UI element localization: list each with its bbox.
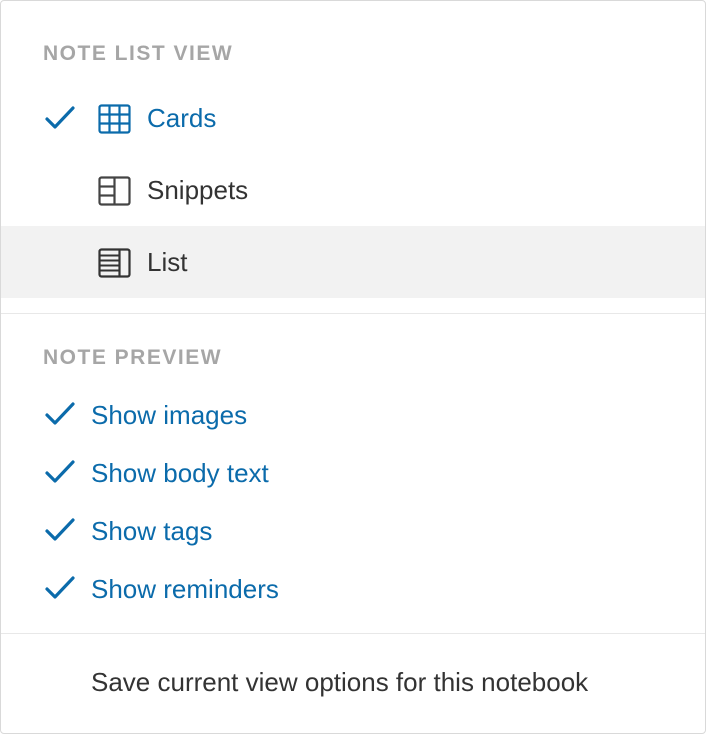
checkmark-icon [45,576,75,599]
view-option-label: Snippets [147,175,249,205]
option-label: Show tags [91,516,213,546]
save-view-options-label: Save current view options for this noteb… [91,667,589,697]
view-option-list[interactable]: List [1,226,705,298]
cards-icon [98,104,131,134]
view-option-label: Cards [147,103,217,133]
option-label: Show body text [91,458,269,488]
list-icon [98,248,131,278]
view-option-snippets[interactable]: Snippets [1,154,705,226]
option-label: Show images [91,400,248,430]
checkmark-icon [45,518,75,541]
save-view-options-button[interactable]: Save current view options for this noteb… [1,647,705,717]
snippets-icon [98,176,131,206]
show-images-option[interactable]: Show images [1,386,705,444]
checkmark-icon [45,460,75,483]
note-preview-heading: NOTE PREVIEW [43,346,223,369]
show-body-text-option[interactable]: Show body text [1,444,705,502]
show-tags-option[interactable]: Show tags [1,502,705,560]
checkmark-icon [45,402,75,425]
view-option-cards[interactable]: Cards [1,82,705,154]
divider [1,313,705,314]
option-label: Show reminders [91,574,279,604]
note-list-view-heading: NOTE LIST VIEW [43,42,234,65]
view-options-menu: NOTE LIST VIEW Cards Snippets List NOTE … [0,0,706,734]
divider [1,633,705,634]
show-reminders-option[interactable]: Show reminders [1,560,705,618]
checkmark-icon [45,106,75,129]
view-option-label: List [147,247,188,277]
